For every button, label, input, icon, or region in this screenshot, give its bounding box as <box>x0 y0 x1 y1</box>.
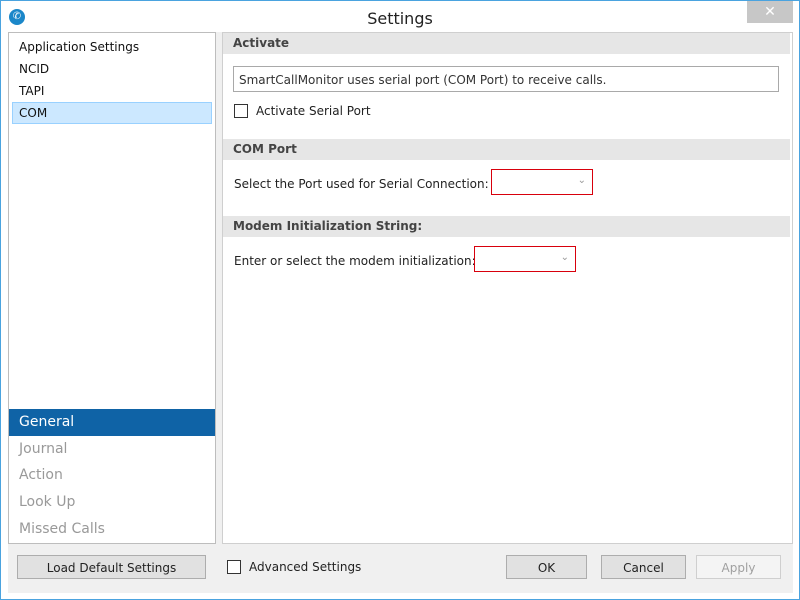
title-bar: ✆ Settings ✕ <box>1 1 799 32</box>
modem-init-select[interactable]: ⌄ <box>474 246 576 272</box>
activate-serial-port-row[interactable]: Activate Serial Port <box>234 104 371 118</box>
sidebar: Application Settings NCID TAPI COM Gener… <box>8 32 216 544</box>
tree-item-ncid[interactable]: NCID <box>12 58 212 80</box>
footer: Load Default Settings Advanced Settings … <box>8 542 793 593</box>
apply-button[interactable]: Apply <box>696 555 781 579</box>
activate-info-text: SmartCallMonitor uses serial port (COM P… <box>233 66 779 92</box>
section-header-com-port: COM Port <box>223 139 790 160</box>
advanced-settings-row[interactable]: Advanced Settings <box>227 560 361 574</box>
activate-serial-port-label: Activate Serial Port <box>256 104 371 118</box>
advanced-settings-checkbox[interactable] <box>227 560 241 574</box>
section-header-modem: Modem Initialization String: <box>223 216 790 237</box>
nav-item-action[interactable]: Action <box>9 462 215 489</box>
cancel-button[interactable]: Cancel <box>601 555 686 579</box>
chevron-down-icon: ⌄ <box>560 252 569 263</box>
category-nav: General Journal Action Look Up Missed Ca… <box>9 409 215 542</box>
nav-item-missed-calls[interactable]: Missed Calls <box>9 516 215 543</box>
modem-init-label: Enter or select the modem initialization… <box>234 254 476 268</box>
settings-panel: Activate SmartCallMonitor uses serial po… <box>222 32 793 544</box>
nav-item-general[interactable]: General <box>9 409 215 436</box>
window-title: Settings <box>367 9 433 28</box>
tree-item-application-settings[interactable]: Application Settings <box>12 36 212 58</box>
com-port-label: Select the Port used for Serial Connecti… <box>234 177 489 191</box>
tree-item-com[interactable]: COM <box>12 102 212 124</box>
settings-tree: Application Settings NCID TAPI COM <box>12 36 212 124</box>
nav-item-journal[interactable]: Journal <box>9 436 215 463</box>
client-area: Application Settings NCID TAPI COM Gener… <box>8 32 793 593</box>
close-button[interactable]: ✕ <box>747 1 793 23</box>
advanced-settings-label: Advanced Settings <box>249 560 362 574</box>
nav-item-look-up[interactable]: Look Up <box>9 489 215 516</box>
ok-button[interactable]: OK <box>506 555 587 579</box>
settings-window: ✆ Settings ✕ Application Settings NCID T… <box>0 0 800 600</box>
load-default-settings-button[interactable]: Load Default Settings <box>17 555 206 579</box>
com-port-select[interactable]: ⌄ <box>491 169 593 195</box>
section-header-activate: Activate <box>223 33 790 54</box>
activate-serial-port-checkbox[interactable] <box>234 104 248 118</box>
tree-item-tapi[interactable]: TAPI <box>12 80 212 102</box>
chevron-down-icon: ⌄ <box>577 175 586 186</box>
